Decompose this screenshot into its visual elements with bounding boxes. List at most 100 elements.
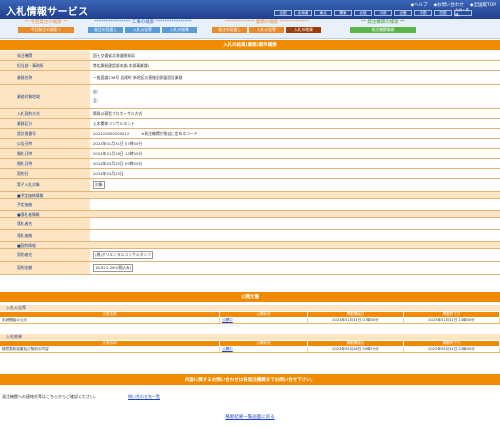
row-label: 開札日時 bbox=[0, 149, 90, 158]
detail-row: 業務区分 土木関係コンサルタント bbox=[0, 119, 500, 129]
detail-row: 予定価格 bbox=[0, 199, 500, 211]
row-value: 2024年03月25日 09時00分 bbox=[90, 159, 500, 168]
detail-row: 開札日時 2024年01月18日 13時00分 bbox=[0, 149, 500, 159]
doc-status-link[interactable]: 公開中 bbox=[220, 318, 308, 323]
row-label: 契約者名 bbox=[0, 249, 90, 261]
region-tab[interactable]: 中部 bbox=[374, 10, 392, 16]
detail-row: 電子入札対象 対象 bbox=[0, 179, 500, 192]
doc-end: 2025年01月31日 23時00分 bbox=[404, 318, 500, 323]
row-label: 予定価格 bbox=[0, 199, 90, 210]
row-value: 一般国道236号 広尾町 新地区災害復旧測量設計業務 bbox=[90, 71, 500, 84]
detail-heading: 入札の結果(業務)案件概要 bbox=[0, 42, 500, 50]
row-label: 電子入札対象 bbox=[0, 179, 90, 191]
doc-name: 随意契約結果及び契約の内容 bbox=[0, 347, 220, 352]
region-tab[interactable]: 全国 bbox=[274, 10, 292, 16]
row-value: 2024年01月31日 07時00分 bbox=[90, 139, 500, 148]
row-value bbox=[90, 230, 500, 241]
region-tab[interactable]: 北海道 bbox=[294, 10, 312, 16]
documents-table-header: 文書名称 公開状況 掲載開始日 掲載終了日 bbox=[0, 312, 500, 317]
documents-table-header: 文書名称 公開状況 掲載開始日 掲載終了日 bbox=[0, 341, 500, 346]
area-to: 至： bbox=[93, 98, 101, 104]
row-label: 設計書番号 bbox=[0, 129, 90, 138]
design-number-note: ※発注機関が独自に定めるコード bbox=[141, 130, 198, 136]
row-value: 帯広開発建設部本部(本部事業課) bbox=[90, 61, 500, 70]
doc-end: 2025年05月31日 23時00分 bbox=[404, 347, 500, 352]
doc-start: 2024年05月28日 09時19分 bbox=[308, 347, 404, 352]
doc-status-link[interactable]: 公開中 bbox=[220, 347, 308, 352]
region-tab[interactable]: 九州・沖縄 bbox=[454, 8, 472, 17]
row-value: 自： 至： bbox=[90, 85, 500, 108]
tab-services-outlook[interactable]: 発注の見通し bbox=[212, 27, 247, 33]
detail-row: 入札契約方式 簡易公募型プロポーザル方式 bbox=[0, 109, 500, 119]
region-tab[interactable]: 北陸 bbox=[354, 10, 372, 16]
electronic-bid-value: 対象 bbox=[93, 181, 105, 189]
doc-name: 手続開始の公示 bbox=[0, 318, 220, 323]
row-label: 契約日 bbox=[0, 169, 90, 178]
area-from: 自： bbox=[93, 88, 101, 94]
region-tab[interactable]: 中国 bbox=[414, 10, 432, 16]
region-tab[interactable]: 関東 bbox=[334, 10, 352, 16]
inquiry-row: 発注機関への連絡先等はこちらからご確認ください。 問い合わせ先一覧 bbox=[0, 393, 500, 401]
nav-group-works: **************** 工事の検索 **************** … bbox=[88, 19, 198, 33]
detail-row: 落札者名 bbox=[0, 218, 500, 230]
nav-group-agency: ** 発注機関の検索 ** 発注機関情報 bbox=[350, 19, 416, 33]
row-value: 202420000200012 ※発注機関が独自に定めるコード bbox=[90, 129, 500, 138]
tab-works-notice[interactable]: 入札公告等 bbox=[125, 27, 160, 33]
col-doc-name: 文書名称 bbox=[0, 341, 220, 346]
detail-row: 契約金額 16,621,000(税込み) bbox=[0, 262, 500, 275]
inquiry-list-link[interactable]: 問い合わせ先一覧 bbox=[128, 394, 160, 400]
detail-row: 業務名称 一般国道236号 広尾町 新地区災害復旧測量設計業務 bbox=[0, 71, 500, 85]
row-label: 業務区分 bbox=[0, 119, 90, 128]
row-label: 発注機関 bbox=[0, 51, 90, 60]
tab-works-result[interactable]: 入札の結果 bbox=[162, 27, 197, 33]
nav-group-title: **************** 工事の検索 **************** bbox=[94, 20, 192, 25]
region-tabs: 全国 北海道 東北 関東 北陸 中部 近畿 中国 四国 九州・沖縄 bbox=[274, 8, 472, 17]
detail-row: 契約者名 (株)オリエンタルコンサルタンツ bbox=[0, 249, 500, 262]
documents-heading: 公開文書 bbox=[0, 294, 500, 302]
detail-row: 設計書番号 202420000200012 ※発注機関が独自に定めるコード bbox=[0, 129, 500, 139]
row-label: 落札者名 bbox=[0, 218, 90, 229]
region-tab[interactable]: 近畿 bbox=[394, 10, 412, 16]
return-to-results-link[interactable]: 検索結果一覧画面に戻る bbox=[0, 414, 500, 420]
detail-row: 発注機関 国土交通省北海道開発局 bbox=[0, 51, 500, 61]
region-tab[interactable]: 東北 bbox=[314, 10, 332, 16]
detail-row: 業務対象地域 自： 至： bbox=[0, 85, 500, 109]
region-tab[interactable]: 四国 bbox=[434, 10, 452, 16]
doc-start: 2024年01月31日 07時00分 bbox=[308, 318, 404, 323]
tab-agency-info[interactable]: 発注機関情報 bbox=[350, 27, 416, 33]
detail-row: 担当部・事務所 帯広開発建設部本部(本部事業課) bbox=[0, 61, 500, 71]
col-doc-name: 文書名称 bbox=[0, 312, 220, 317]
help-link[interactable]: ◆ヘルプ bbox=[411, 2, 428, 8]
row-value: 16,621,000(税込み) bbox=[90, 262, 500, 274]
row-value: 簡易公募型プロポーザル方式 bbox=[90, 109, 500, 118]
contractor-name: (株)オリエンタルコンサルタンツ bbox=[93, 251, 154, 259]
nav-group-title: ************* 業務の検索 ************* bbox=[225, 20, 309, 25]
tab-works-outlook[interactable]: 発注の見通し bbox=[88, 27, 123, 33]
site-header: 入札情報サービス ◆ヘルプ ◆お問い合わせ ◆全国版TOP 全国 北海道 東北 … bbox=[0, 0, 500, 19]
winner-section: ■落札者情報 bbox=[0, 211, 500, 218]
design-number: 202420000200012 bbox=[93, 131, 130, 136]
documents-category: 入札結果 bbox=[0, 334, 500, 340]
nav-group-title: ** 発注機関の検索 ** bbox=[361, 20, 405, 25]
tab-current-search[interactable]: 今回発注の検索 1 bbox=[18, 27, 74, 33]
col-start: 掲載開始日 bbox=[308, 341, 404, 346]
row-value: (株)オリエンタルコンサルタンツ bbox=[90, 249, 500, 261]
tab-services-notice[interactable]: 入札公告等 bbox=[249, 27, 284, 33]
col-status: 公開状況 bbox=[220, 312, 308, 317]
row-label: 業務対象地域 bbox=[0, 85, 90, 108]
contract-section: ■契約情報 bbox=[0, 242, 500, 249]
row-value: 国土交通省北海道開発局 bbox=[90, 51, 500, 60]
contract-amount: 16,621,000(税込み) bbox=[93, 264, 134, 272]
col-end: 掲載終了日 bbox=[404, 312, 500, 317]
row-value: 2024年04月25日 bbox=[90, 169, 500, 178]
nav-group-title: ** 今回発注の検索 ** bbox=[24, 20, 68, 25]
row-label: 契約金額 bbox=[0, 262, 90, 274]
national-top-link[interactable]: ◆全国版TOP bbox=[470, 2, 496, 8]
nav-group-current: ** 今回発注の検索 ** 今回発注の検索 1 bbox=[18, 19, 74, 33]
row-value bbox=[90, 199, 500, 210]
row-value: 対象 bbox=[90, 179, 500, 191]
row-label: 入札契約方式 bbox=[0, 109, 90, 118]
tab-services-result[interactable]: 入札の結果 bbox=[286, 27, 321, 33]
row-value: 2024年01月18日 13時00分 bbox=[90, 149, 500, 158]
detail-row: 落札価格 bbox=[0, 230, 500, 242]
